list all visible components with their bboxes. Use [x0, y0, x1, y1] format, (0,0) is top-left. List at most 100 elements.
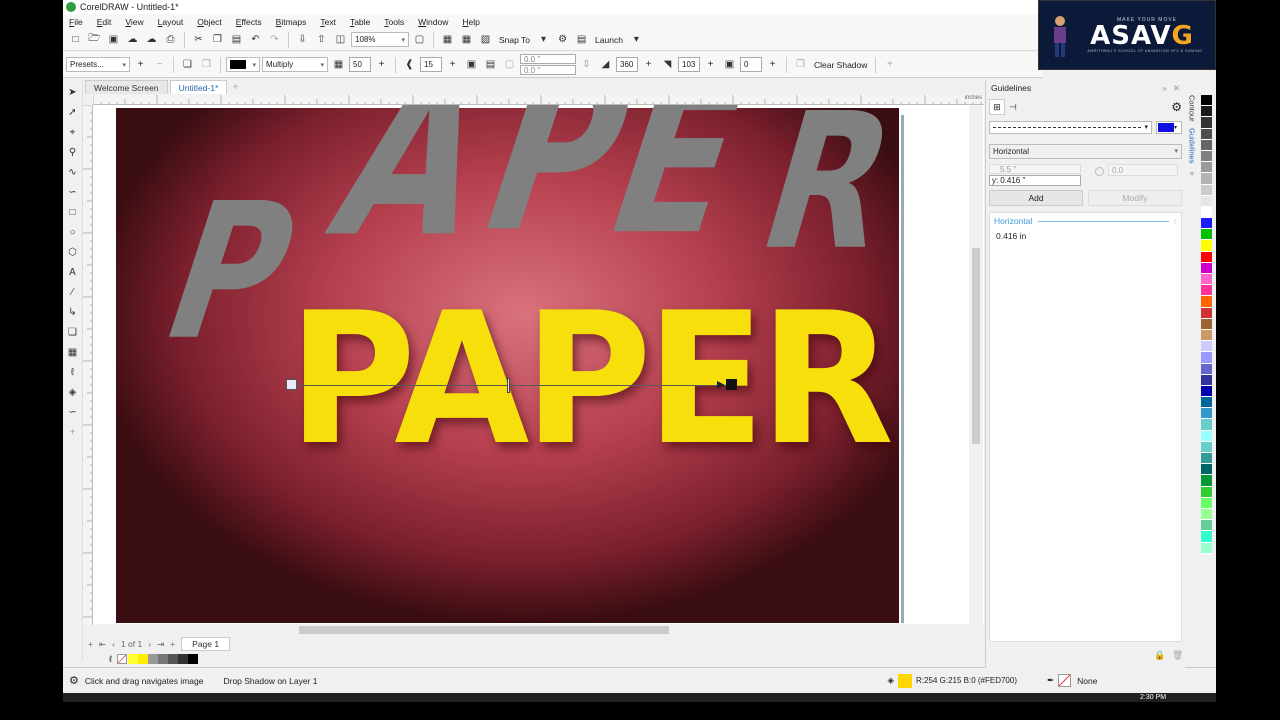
eyedropper-icon[interactable]: ℓ: [65, 364, 81, 381]
palette-swatch[interactable]: [1201, 508, 1212, 521]
blend-mode-dropdown[interactable]: Multiply: [262, 57, 328, 72]
palette-swatch[interactable]: [1201, 173, 1212, 185]
menu-window[interactable]: Window: [418, 17, 448, 27]
fade-increment-icon[interactable]: +: [764, 56, 781, 73]
shadow-end-handle[interactable]: [726, 379, 737, 390]
list-item[interactable]: 0.416 in: [990, 229, 1181, 243]
gear-icon[interactable]: ⚙: [1171, 100, 1182, 114]
feather-edges-icon[interactable]: ▤: [482, 56, 499, 73]
new-tab-icon[interactable]: +: [229, 80, 241, 94]
palette-swatch[interactable]: [1201, 486, 1212, 498]
inner-shadow-tool-icon[interactable]: ❐: [198, 56, 215, 73]
palette-swatch[interactable]: [1201, 218, 1212, 230]
interactive-fill-icon[interactable]: ◈: [65, 384, 81, 401]
shape-tool-icon[interactable]: ➚: [65, 104, 81, 121]
palette-swatch[interactable]: [1201, 206, 1212, 219]
show-grid-icon[interactable]: ▦: [458, 31, 475, 48]
open-folder-icon[interactable]: 🗁: [86, 31, 103, 48]
menu-view[interactable]: View: [125, 17, 143, 27]
cloud-download-icon[interactable]: ☁: [143, 31, 160, 48]
orientation-dropdown[interactable]: Horizontal: [989, 143, 1182, 159]
palette-swatch[interactable]: [1201, 318, 1212, 330]
menu-file[interactable]: File: [69, 17, 83, 27]
shadow-fade-input[interactable]: 0: [740, 57, 762, 72]
document-swatch[interactable]: [137, 654, 148, 664]
palette-swatch[interactable]: [1201, 195, 1212, 207]
add-preset-icon[interactable]: +: [132, 56, 149, 73]
launch-button[interactable]: Launch: [592, 35, 626, 45]
menu-tools[interactable]: Tools: [384, 17, 404, 27]
text-tool-icon[interactable]: A: [65, 264, 81, 281]
palette-swatch[interactable]: [1201, 262, 1212, 274]
copy-shadow-icon[interactable]: ❐: [792, 56, 809, 73]
palette-swatch[interactable]: [1201, 464, 1212, 476]
palette-swatch[interactable]: [1201, 385, 1212, 398]
gear-icon[interactable]: ⚙: [554, 31, 571, 48]
opacity-input[interactable]: 50: [349, 57, 371, 72]
redo-icon[interactable]: ↷: [266, 31, 283, 48]
tab-contour[interactable]: Contour: [1188, 95, 1197, 122]
clear-shadow-button[interactable]: Clear Shadow: [811, 60, 870, 70]
remove-preset-icon[interactable]: −: [151, 56, 168, 73]
document-swatch[interactable]: [127, 654, 138, 664]
palette-swatch[interactable]: [1201, 184, 1212, 196]
document-swatch[interactable]: [157, 654, 168, 664]
transparency-tool-icon[interactable]: ▦: [65, 344, 81, 361]
menu-effects[interactable]: Effects: [236, 17, 262, 27]
gear-icon[interactable]: ⚙: [69, 674, 79, 687]
menu-bitmaps[interactable]: Bitmaps: [276, 17, 307, 27]
horizontal-scroll-thumb[interactable]: [299, 626, 669, 634]
guideline-settings-icon[interactable]: ⊞: [989, 99, 1005, 115]
zoom-to-page-icon[interactable]: ▢: [411, 31, 428, 48]
snap-to-button[interactable]: Snap To: [496, 35, 533, 45]
palette-swatch[interactable]: [1201, 453, 1212, 465]
list-group-horizontal[interactable]: Horizontal ↕: [990, 213, 1181, 229]
modify-guideline-button[interactable]: Modify: [1088, 190, 1182, 206]
palette-swatch[interactable]: [1201, 106, 1212, 118]
add-tool-icon[interactable]: +: [65, 424, 81, 441]
shadow-angle-input[interactable]: 360: [616, 57, 638, 72]
y-position-input[interactable]: y: 0.416 ": [989, 175, 1081, 186]
palette-swatch[interactable]: [1201, 441, 1212, 453]
drop-shadow-tool-icon[interactable]: ❏: [65, 324, 81, 341]
snap-guideline-icon[interactable]: ⊣: [1009, 102, 1017, 113]
palette-swatch[interactable]: [1201, 139, 1212, 151]
shadow-start-handle[interactable]: [286, 379, 297, 390]
publish-pdf-icon[interactable]: ◫: [332, 31, 349, 48]
full-screen-preview-icon[interactable]: ▦: [439, 31, 456, 48]
add-guideline-button[interactable]: Add: [989, 190, 1083, 206]
zoom-level-dropdown[interactable]: 108%: [351, 32, 409, 47]
tab-welcome-screen[interactable]: Welcome Screen: [85, 80, 168, 94]
connector-tool-icon[interactable]: ↳: [65, 304, 81, 321]
palette-swatch[interactable]: [1201, 150, 1212, 163]
document-swatch[interactable]: [177, 654, 188, 664]
next-page-icon[interactable]: ›: [148, 639, 151, 649]
palette-swatch[interactable]: [1201, 128, 1212, 140]
angle-increment-icon[interactable]: +: [640, 56, 657, 73]
ellipse-tool-icon[interactable]: ○: [65, 224, 81, 241]
guideline-color-picker[interactable]: ▾: [1156, 120, 1182, 134]
crop-tool-icon[interactable]: ⌖: [65, 124, 81, 141]
angle-radio[interactable]: [1095, 167, 1104, 176]
polygon-tool-icon[interactable]: ⬡: [65, 244, 81, 261]
palette-swatch[interactable]: [1201, 352, 1212, 364]
palette-swatch[interactable]: [1201, 329, 1212, 342]
palette-swatch[interactable]: [1201, 229, 1212, 241]
freehand-tool-icon[interactable]: ∿: [65, 164, 81, 181]
parallel-dimension-icon[interactable]: ∕: [65, 284, 81, 301]
angle-input[interactable]: 0.0: [1108, 164, 1178, 176]
palette-swatch[interactable]: [1201, 520, 1212, 532]
offset-stepper-icon[interactable]: ⇕: [578, 56, 595, 73]
lock-guidelines-icon[interactable]: 🔒: [1154, 650, 1165, 661]
line-style-dropdown[interactable]: ▾: [989, 120, 1152, 134]
last-page-icon[interactable]: ⇥: [157, 639, 164, 650]
palette-swatch[interactable]: [1201, 542, 1212, 554]
horizontal-scrollbar[interactable]: [93, 624, 984, 636]
palette-swatch[interactable]: [1201, 408, 1212, 420]
palette-swatch[interactable]: [1201, 341, 1212, 353]
add-docker-icon[interactable]: +: [1189, 169, 1195, 180]
artistic-media-icon[interactable]: ∽: [65, 184, 81, 201]
menu-text[interactable]: Text: [320, 17, 336, 27]
page-artboard[interactable]: P A P E R PAPER: [116, 105, 918, 623]
palette-swatch[interactable]: [1201, 374, 1212, 386]
